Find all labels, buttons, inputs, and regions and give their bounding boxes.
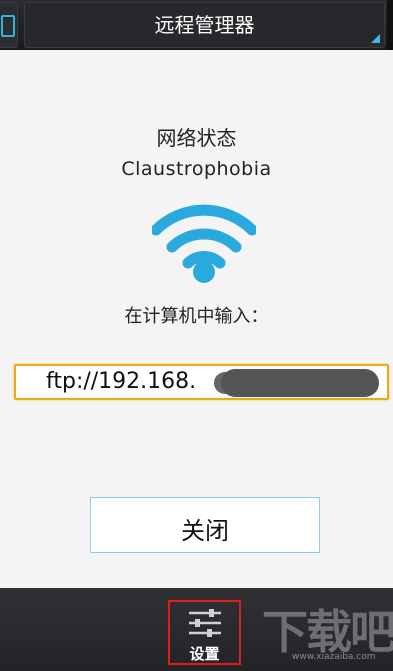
settings-button[interactable]: 设置 [168,600,241,665]
sliders-icon [189,609,221,637]
action-bar: 远程管理器 [0,0,393,50]
status-panel: 网络状态 Claustrophobia 在计算机中输入： ftp://192.1… [0,50,393,588]
close-button-label: 关闭 [181,517,229,545]
title-dropdown[interactable]: 远程管理器 [24,2,385,48]
settings-label: 设置 [189,645,220,663]
edge-divider [387,0,393,50]
dropdown-indicator-icon [371,34,380,43]
watermark-url: www.xiazaiba.com [292,652,376,662]
ftp-address-field[interactable]: ftp://192.168. [14,364,389,400]
bottom-bar: 设置 下载吧 www.xiazaiba.com [0,588,393,671]
network-status-heading: 网络状态 [156,126,237,150]
close-button[interactable]: 关闭 [90,497,320,553]
wifi-icon [152,204,256,283]
app-icon [1,15,15,37]
ssid-label: Claustrophobia [121,158,272,180]
app-switcher-button[interactable] [0,2,18,48]
watermark-logo: 下载吧 www.xiazaiba.com [262,596,393,666]
page-title: 远程管理器 [154,13,255,37]
ftp-address-text: ftp://192.168. [46,369,197,394]
input-prompt: 在计算机中输入： [124,306,269,327]
redaction-mark [221,369,379,397]
